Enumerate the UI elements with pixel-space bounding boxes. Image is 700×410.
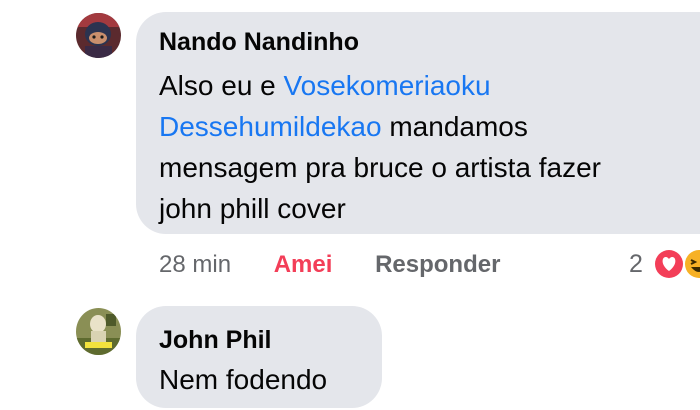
comment-bubble: Nando Nandinho Also eu e Vosekomeriaoku … <box>136 12 700 234</box>
avatar-image <box>76 13 121 58</box>
comment-text: Also eu e Vosekomeriaoku Dessehumildekao… <box>159 65 700 229</box>
comment-line: Also eu e Vosekomeriaoku <box>159 65 700 106</box>
comment-bubble: John Phil Nem fodendo <box>136 306 382 408</box>
comment-author[interactable]: Nando Nandinho <box>159 26 700 58</box>
comment-actions: 28 min Amei Responder <box>159 250 500 280</box>
love-reaction-icon-graphic <box>653 248 685 280</box>
reaction-count[interactable]: 2 <box>629 249 643 279</box>
reply-button[interactable]: Responder <box>375 250 500 280</box>
comment-text-segment: mensagem pra bruce o artista fazer <box>159 152 601 183</box>
comment-line: john phill cover <box>159 188 700 229</box>
comment-line: mensagem pra bruce o artista fazer <box>159 147 700 188</box>
comments-thread: Nando Nandinho Also eu e Vosekomeriaoku … <box>0 0 700 410</box>
avatar-image <box>76 308 121 355</box>
avatar-john-phil[interactable] <box>76 308 121 355</box>
comment-text: Nem fodendo <box>159 364 328 395</box>
comment-text-segment: john phill cover <box>159 193 346 224</box>
comment-line: Dessehumildekao mandamos <box>159 106 700 147</box>
love-reaction-button[interactable]: Amei <box>274 250 333 280</box>
avatar-nando-nandinho[interactable] <box>76 13 121 58</box>
comment-text-segment: Also eu e <box>159 70 284 101</box>
comment-text-segment: mandamos <box>381 111 528 142</box>
love-reaction-icon[interactable] <box>652 247 686 281</box>
comment-timestamp[interactable]: 28 min <box>159 250 231 280</box>
comment-author[interactable]: John Phil <box>159 324 360 356</box>
mention-link[interactable]: Vosekomeriaoku <box>284 70 491 101</box>
mention-link[interactable]: Dessehumildekao <box>159 111 382 142</box>
